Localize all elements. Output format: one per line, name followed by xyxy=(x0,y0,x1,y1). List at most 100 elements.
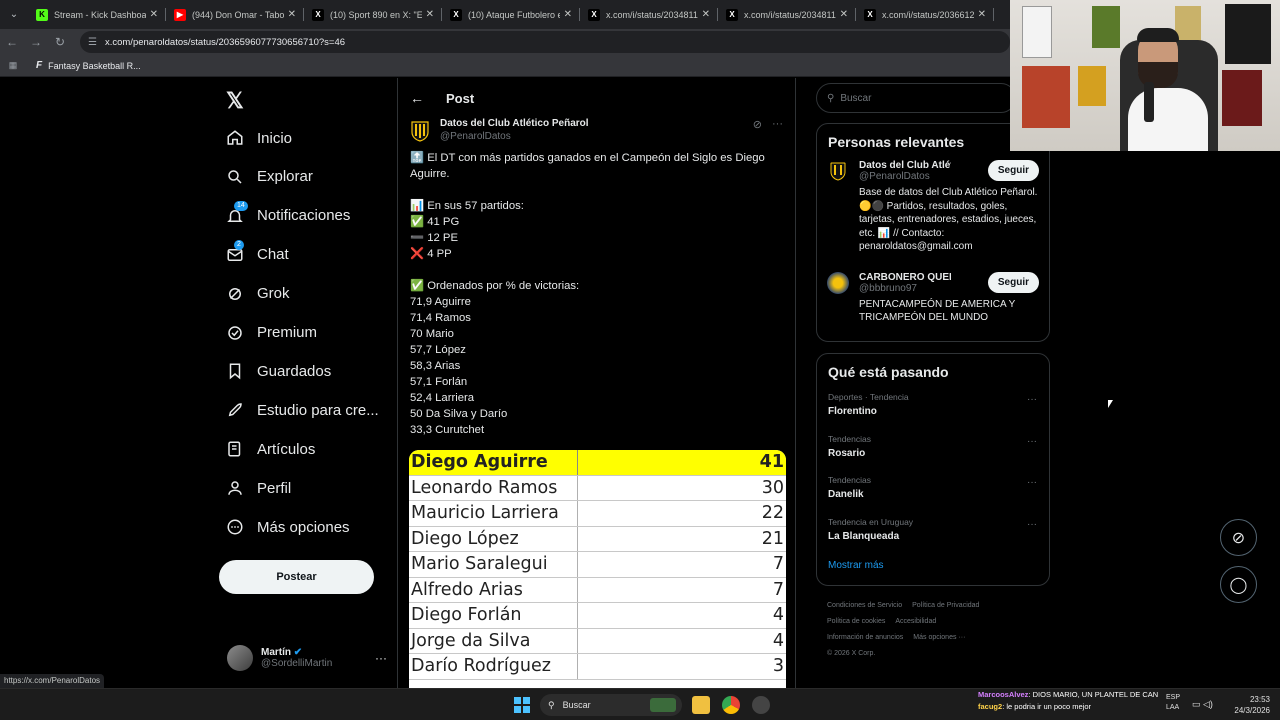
nav-item-guardados[interactable]: Guardados xyxy=(226,362,331,380)
nav-item-chat[interactable]: 2 Chat xyxy=(226,239,289,264)
coach-wins: 41 xyxy=(759,452,784,472)
back-arrow-icon[interactable]: ← xyxy=(410,90,424,106)
apps-grid-icon[interactable]: ▦ xyxy=(0,60,26,71)
tab-title: x.com/i/status/20348116 xyxy=(606,9,698,20)
chrome-icon[interactable] xyxy=(722,696,740,714)
nav-item-premium[interactable]: Premium xyxy=(226,324,317,342)
coach-wins: 4 xyxy=(772,605,784,625)
trend-more-icon[interactable]: ··· xyxy=(1027,519,1037,530)
browser-tab[interactable]: X (10) Ataque Futbolero en ✕ xyxy=(442,0,580,29)
show-more-link[interactable]: Mostrar más xyxy=(817,552,1049,579)
taskbar-search[interactable]: ⚲ Buscar xyxy=(540,694,682,716)
poster xyxy=(1078,66,1106,106)
browser-tab[interactable]: K Stream - Kick Dashboard ✕ xyxy=(28,0,166,29)
footer-link[interactable]: Accesibilidad xyxy=(895,618,936,625)
follow-button[interactable]: Seguir xyxy=(987,271,1039,293)
post-image-table[interactable]: Diego Aguirre 41 Leonardo Ramos 30 Mauricio … xyxy=(409,450,786,688)
kick-icon: K xyxy=(36,8,48,21)
account-switcher[interactable]: Martín ✔ @SordelliMartin ··· xyxy=(227,638,387,678)
x-logo-icon[interactable]: 𝕏 xyxy=(226,88,244,114)
nav-item-explorar[interactable]: Explorar xyxy=(226,168,313,186)
post-button[interactable]: Postear xyxy=(219,560,374,594)
grok-float-icon[interactable]: ⊘ xyxy=(1220,519,1257,556)
forward-icon[interactable]: → xyxy=(24,35,48,49)
browser-tab[interactable]: ▶ (944) Don Omar - Taboo ✕ xyxy=(166,0,304,29)
x-icon: X xyxy=(864,8,876,21)
close-tab-icon[interactable]: ✕ xyxy=(564,9,572,20)
author-handle[interactable]: @PenarolDatos xyxy=(440,131,589,142)
footer-link[interactable]: Política de Privacidad xyxy=(912,602,979,609)
site-info-icon[interactable]: ☰ xyxy=(88,37,97,48)
trend-item[interactable]: Deportes · Tendencia Florentino ··· xyxy=(817,386,1049,428)
browser-tab[interactable]: Xx.com/i/status/20348116 ✕ xyxy=(580,0,718,29)
url-text: x.com/penaroldatos/status/20365960777306… xyxy=(104,36,346,48)
coach-name: Alfredo Arias xyxy=(409,577,578,602)
nav-item-estudio-para-cre-[interactable]: Estudio para cre... xyxy=(226,401,379,419)
clock[interactable]: 23:53 24/3/2026 xyxy=(1226,694,1270,716)
close-tab-icon[interactable]: ✕ xyxy=(426,9,434,20)
search-input[interactable]: ⚲ Buscar xyxy=(816,83,1016,113)
close-tab-icon[interactable]: ✕ xyxy=(840,9,848,20)
file-explorer-icon[interactable] xyxy=(692,696,710,714)
table-row: Diego López 21 xyxy=(409,526,786,552)
close-tab-icon[interactable]: ✕ xyxy=(288,9,296,20)
browser-tab[interactable]: Xx.com/i/status/20366127 ✕ xyxy=(856,0,994,29)
nav-item-artículos[interactable]: Artículos xyxy=(226,440,315,458)
more-dots-icon[interactable]: ··· xyxy=(375,651,387,665)
close-tab-icon[interactable]: ✕ xyxy=(150,9,158,20)
trend-context: Tendencias xyxy=(828,475,872,485)
x-icon: X xyxy=(588,8,600,21)
follow-button[interactable]: Seguir xyxy=(987,160,1039,181)
person-card[interactable]: Datos del Club Atlético... @PenarolDatos… xyxy=(817,156,1049,258)
trend-item[interactable]: Tendencias Rosario ··· xyxy=(817,428,1049,470)
tab-search-icon[interactable]: ⌄ xyxy=(4,5,24,25)
nav-item-más-opciones[interactable]: Más opciones xyxy=(226,518,350,536)
penarol-logo-icon[interactable] xyxy=(410,120,430,142)
trend-name: Danelik xyxy=(828,489,864,500)
chat-user: MarcoosAlvez xyxy=(978,690,1029,699)
nav-item-grok[interactable]: Grok xyxy=(226,285,290,303)
nav-item-inicio[interactable]: Inicio xyxy=(226,129,292,147)
poster xyxy=(1222,70,1262,126)
more-icon xyxy=(226,518,244,536)
post-more-icon[interactable]: ··· xyxy=(772,118,783,131)
x-icon: X xyxy=(312,8,324,21)
table-row: Leonardo Ramos 30 xyxy=(409,475,786,501)
footer-link[interactable]: Política de cookies xyxy=(827,618,885,625)
user-name: Martín xyxy=(261,647,291,658)
trend-more-icon[interactable]: ··· xyxy=(1027,436,1037,447)
coach-wins: 22 xyxy=(761,503,784,523)
footer-link[interactable]: Condiciones de Servicio xyxy=(827,602,902,609)
network-volume-icon[interactable]: ▭ ◁) xyxy=(1192,699,1213,710)
trend-item[interactable]: Tendencias Danelik ··· xyxy=(817,469,1049,511)
bookmark-fantasy[interactable]: F Fantasy Basketball R... xyxy=(36,60,141,71)
obs-icon[interactable] xyxy=(752,696,770,714)
trend-item[interactable]: Tendencia en Uruguay La Blanqueada ··· xyxy=(817,511,1049,553)
browser-tab[interactable]: X (10) Sport 890 en X: "Est ✕ xyxy=(304,0,442,29)
trend-more-icon[interactable]: ··· xyxy=(1027,394,1037,405)
back-icon[interactable]: ← xyxy=(0,35,24,49)
person-card[interactable]: CARBONERO QUERIDO @bbbruno97 PENTACAMPEÓ… xyxy=(817,268,1049,329)
url-field[interactable]: ☰ x.com/penaroldatos/status/203659607773… xyxy=(80,31,1010,53)
browser-tab[interactable]: Xx.com/i/status/20348116 ✕ xyxy=(718,0,856,29)
windows-start-icon[interactable] xyxy=(514,697,530,713)
footer-link[interactable]: Más opciones ··· xyxy=(913,634,965,641)
footer-link[interactable]: Información de anuncios xyxy=(827,634,903,641)
language-indicator[interactable]: ESP LAA xyxy=(1166,693,1180,713)
reload-icon[interactable]: ↻ xyxy=(48,35,72,49)
post-header-title: Post xyxy=(446,90,475,106)
coach-wins: 7 xyxy=(772,554,784,574)
author-name[interactable]: Datos del Club Atlético Peñarol xyxy=(440,118,589,129)
nav-item-notificaciones[interactable]: 14 Notificaciones xyxy=(226,200,351,225)
bookmark-icon xyxy=(226,362,244,380)
table-row: Diego Aguirre 41 xyxy=(409,450,786,476)
grok-explain-icon[interactable]: ⊘ xyxy=(753,118,762,131)
close-tab-icon[interactable]: ✕ xyxy=(702,9,710,20)
close-tab-icon[interactable]: ✕ xyxy=(978,9,986,20)
clock-date: 24/3/2026 xyxy=(1234,706,1270,715)
trend-more-icon[interactable]: ··· xyxy=(1027,477,1037,488)
nav-item-label: Notificaciones xyxy=(257,207,351,225)
messages-float-icon[interactable]: ◯ xyxy=(1220,566,1257,603)
nav-item-label: Inicio xyxy=(257,129,293,147)
nav-item-perfil[interactable]: Perfil xyxy=(226,479,291,497)
